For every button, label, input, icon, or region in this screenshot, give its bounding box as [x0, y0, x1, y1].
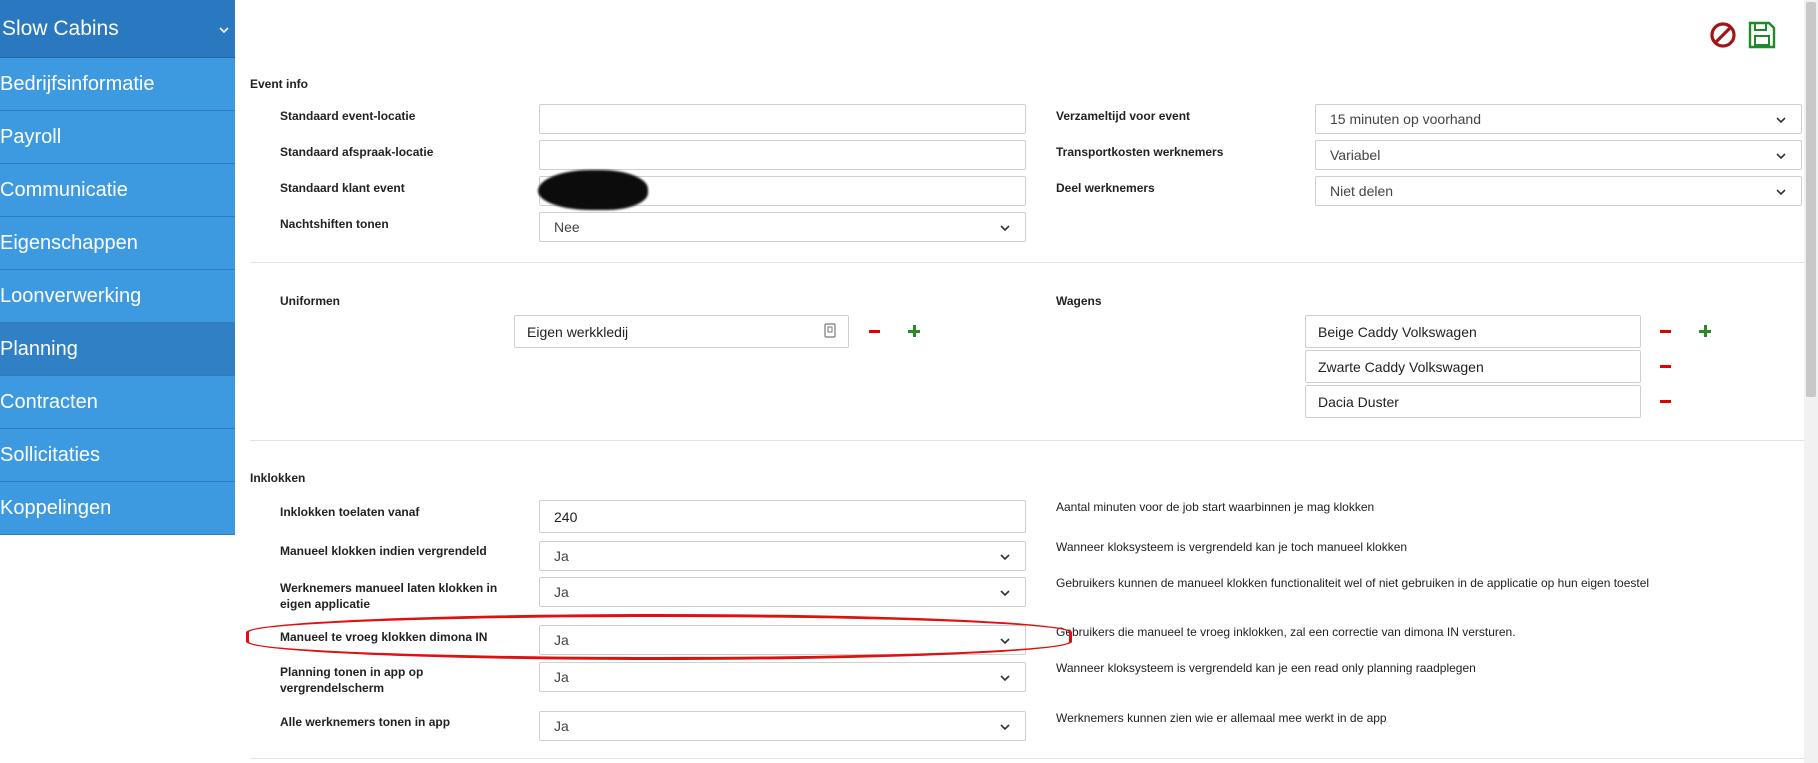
sidebar-item-label: Communicatie: [0, 178, 128, 201]
sidebar-item-label: Sollicitaties: [0, 443, 101, 466]
wagens-title: Wagens: [1056, 294, 1102, 308]
transport-label: Transportkosten werknemers: [1056, 145, 1224, 159]
wagen-item-label: Dacia Duster: [1318, 393, 1399, 410]
help-text: Werknemers kunnen zien wie er allemaal m…: [1056, 711, 1387, 725]
planning-lock-label: Planning tonen in app op vergrendelscher…: [280, 665, 424, 695]
gather-time-value: 15 minuten op voorhand: [1330, 111, 1481, 127]
gather-time-select[interactable]: 15 minuten op voorhand: [1315, 104, 1802, 134]
sidebar-item-label: Loonverwerking: [0, 284, 142, 307]
chevron-down-icon: [999, 671, 1011, 683]
company-switcher[interactable]: Slow Cabins: [0, 0, 235, 58]
allow-from-label: Inklokken toelaten vanaf: [280, 505, 420, 519]
remove-uniform-button[interactable]: [869, 330, 880, 333]
scrollbar-thumb[interactable]: [1806, 2, 1816, 397]
sidebar-item-label: Payroll: [0, 125, 62, 148]
add-wagen-button[interactable]: [1699, 325, 1711, 337]
sidebar-item-label: Eigenschappen: [0, 231, 138, 254]
all-employees-value: Ja: [554, 718, 569, 734]
ban-icon[interactable]: [1708, 20, 1738, 50]
uniforms-title: Uniformen: [280, 294, 340, 308]
gather-time-label: Verzameltijd voor event: [1056, 109, 1191, 123]
chevron-down-icon: [999, 586, 1011, 598]
chevron-down-icon: [1775, 149, 1787, 161]
help-text: Gebruikers die manueel te vroeg inklokke…: [1056, 625, 1516, 639]
company-name: Slow Cabins: [2, 16, 119, 40]
annotation-highlight: [246, 614, 1072, 660]
help-text: Wanneer kloksysteem is vergrendeld kan j…: [1056, 661, 1476, 675]
sidebar: Slow Cabins Bedrijfsinformatie Payroll C…: [0, 0, 235, 535]
manual-locked-value: Ja: [554, 548, 569, 564]
chevron-down-icon: [999, 550, 1011, 562]
remove-wagen-button[interactable]: [1660, 400, 1671, 403]
manual-own-app-value: Ja: [554, 584, 569, 600]
sidebar-item-contracten[interactable]: Contracten: [0, 376, 235, 429]
sidebar-item-label: Planning: [0, 337, 78, 360]
night-shifts-select[interactable]: Nee: [539, 212, 1026, 242]
sidebar-item-sollicitaties[interactable]: Sollicitaties: [0, 429, 235, 482]
sidebar-item-label: Bedrijfsinformatie: [0, 72, 155, 95]
std-appointment-input[interactable]: [539, 140, 1026, 170]
sidebar-item-payroll[interactable]: Payroll: [0, 111, 235, 164]
chevron-down-icon: [999, 221, 1011, 233]
floppy-disk-icon[interactable]: [1747, 20, 1777, 50]
chevron-down-icon: [219, 21, 229, 37]
share-value: Niet delen: [1330, 183, 1394, 199]
scrollbar[interactable]: [1804, 0, 1818, 763]
sidebar-item-bedrijfsinformatie[interactable]: Bedrijfsinformatie: [0, 58, 235, 111]
remove-wagen-button[interactable]: [1660, 330, 1671, 333]
sidebar-item-communicatie[interactable]: Communicatie: [0, 164, 235, 217]
help-text: Gebruikers kunnen de manueel klokken fun…: [1056, 576, 1650, 590]
section-title-event-info: Event info: [250, 77, 309, 91]
planning-lock-value: Ja: [554, 669, 569, 685]
manual-locked-label: Manueel klokken indien vergrendeld: [280, 544, 487, 558]
help-text: Wanneer kloksysteem is vergrendeld kan j…: [1056, 540, 1408, 554]
divider: [250, 758, 1804, 759]
redacted-value: [538, 170, 648, 210]
uniform-item[interactable]: Eigen werkkledij: [514, 315, 849, 348]
sidebar-item-eigenschappen[interactable]: Eigenschappen: [0, 217, 235, 270]
chevron-down-icon: [999, 720, 1011, 732]
transport-select[interactable]: Variabel: [1315, 140, 1802, 170]
std-client-label: Standaard klant event: [280, 181, 405, 195]
manual-own-app-label: Werknemers manueel laten klokken in eige…: [280, 581, 498, 611]
manual-locked-select[interactable]: Ja: [539, 541, 1026, 571]
wagen-item[interactable]: Beige Caddy Volkswagen: [1305, 315, 1641, 348]
section-title-inklokken: Inklokken: [250, 471, 306, 485]
night-shifts-value: Nee: [554, 219, 580, 235]
wagen-item[interactable]: Dacia Duster: [1305, 385, 1641, 418]
help-text: Aantal minuten voor de job start waarbin…: [1056, 500, 1375, 514]
share-label: Deel werknemers: [1056, 181, 1155, 195]
sidebar-item-loonverwerking[interactable]: Loonverwerking: [0, 270, 235, 323]
allow-from-input[interactable]: 240: [539, 500, 1026, 533]
chevron-down-icon: [1775, 185, 1787, 197]
sidebar-item-label: Contracten: [0, 390, 98, 413]
divider: [250, 440, 1804, 441]
wagen-item-label: Beige Caddy Volkswagen: [1318, 323, 1477, 340]
planning-lock-select[interactable]: Ja: [539, 662, 1026, 692]
wagen-item-label: Zwarte Caddy Volkswagen: [1318, 358, 1484, 375]
night-shifts-label: Nachtshiften tonen: [280, 217, 389, 231]
all-employees-label: Alle werknemers tonen in app: [280, 715, 451, 729]
all-employees-select[interactable]: Ja: [539, 711, 1026, 741]
std-appointment-label: Standaard afspraak-locatie: [280, 145, 434, 159]
uniform-item-label: Eigen werkkledij: [527, 323, 629, 340]
sidebar-item-planning[interactable]: Planning: [0, 323, 235, 376]
wagen-item[interactable]: Zwarte Caddy Volkswagen: [1305, 350, 1641, 383]
sidebar-item-koppelingen[interactable]: Koppelingen: [0, 482, 235, 535]
transport-value: Variabel: [1330, 147, 1381, 163]
std-location-label: Standaard event-locatie: [280, 109, 416, 123]
chevron-down-icon: [1775, 113, 1787, 125]
manual-own-app-select[interactable]: Ja: [539, 577, 1026, 607]
divider: [250, 262, 1804, 263]
remove-wagen-button[interactable]: [1660, 365, 1671, 368]
clipboard-icon: [824, 322, 836, 341]
std-location-input[interactable]: [539, 104, 1026, 134]
add-uniform-button[interactable]: [908, 325, 920, 337]
sidebar-item-label: Koppelingen: [0, 496, 112, 519]
share-select[interactable]: Niet delen: [1315, 176, 1802, 206]
